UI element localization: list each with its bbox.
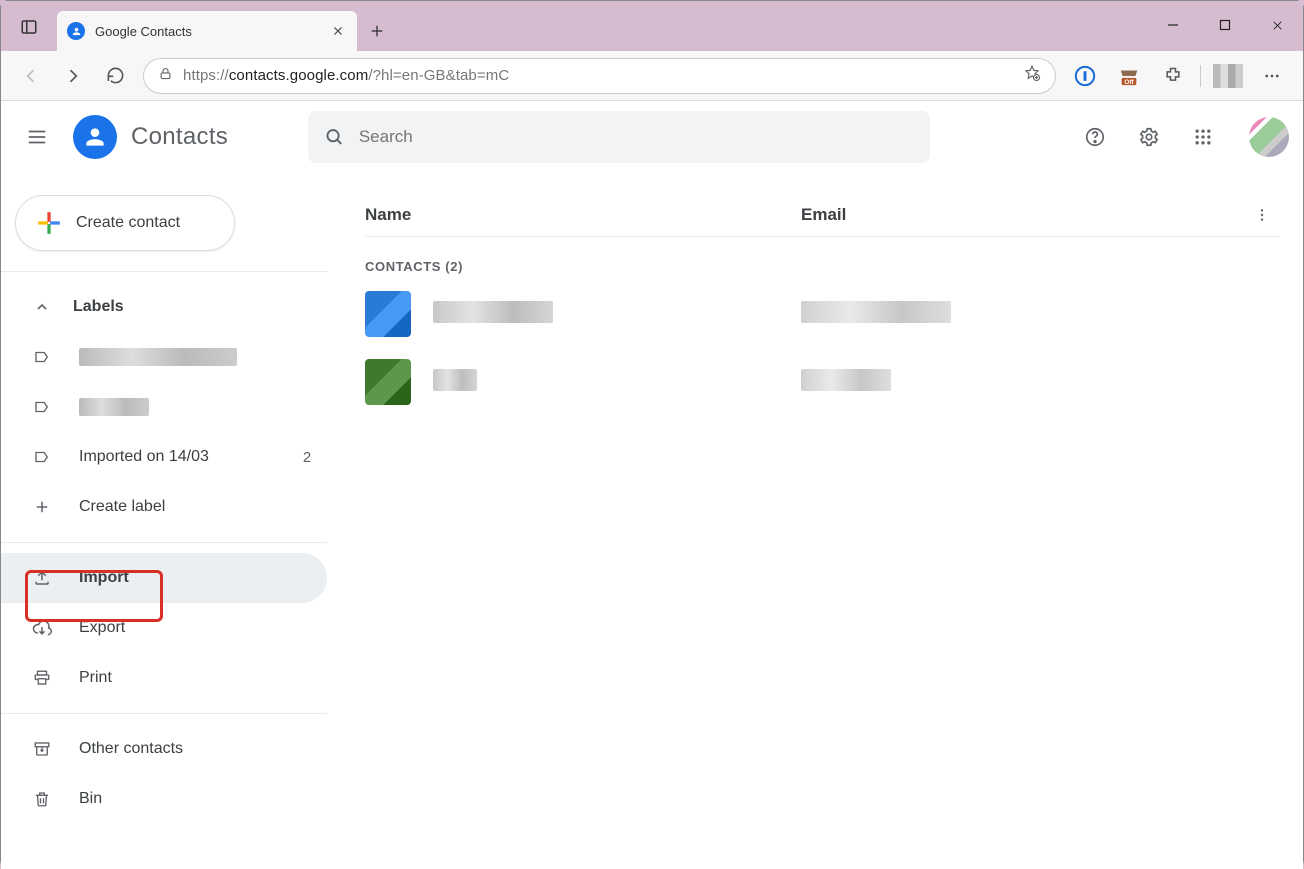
contact-name [433,369,801,396]
plus-icon [31,498,53,516]
column-name: Name [365,205,801,225]
url-bar[interactable]: https://contacts.google.com/?hl=en-GB&ta… [143,58,1056,94]
browser-menu-button[interactable] [1251,56,1293,96]
create-label-item[interactable]: Create label [1,482,327,532]
contact-name [433,301,801,328]
sidebar-label-item[interactable] [1,382,327,432]
trash-icon [31,790,53,808]
browser-tab-title: Google Contacts [95,24,319,39]
help-button[interactable] [1073,115,1117,159]
contact-email [801,301,1279,328]
label-text [79,348,261,366]
print-icon [31,669,53,687]
labels-header-label: Labels [73,298,327,316]
browser-profile-avatar[interactable] [1213,64,1243,88]
label-icon [31,448,53,466]
window-close-button[interactable] [1251,1,1303,49]
label-icon [31,398,53,416]
archive-icon [31,740,53,758]
google-apps-button[interactable] [1181,115,1225,159]
onepassword-extension-icon[interactable] [1064,56,1106,96]
labels-header[interactable]: Labels [1,282,327,332]
contact-row[interactable] [365,348,1279,416]
url-text: https://contacts.google.com/?hl=en-GB&ta… [183,67,1013,84]
other-contacts-label: Other contacts [79,740,327,758]
sidebar-print[interactable]: Print [1,653,327,703]
account-avatar[interactable] [1249,117,1289,157]
print-label: Print [79,669,327,687]
tab-close-button[interactable] [329,22,347,40]
create-label-text: Create label [79,498,327,516]
chevron-up-icon [31,299,53,315]
column-email: Email [801,205,1245,225]
browser-tab[interactable]: Google Contacts [57,11,357,51]
browser-refresh-button[interactable] [95,56,135,96]
create-contact-label: Create contact [76,214,180,232]
sidebar-bin[interactable]: Bin [1,774,327,824]
sidebar-import[interactable]: Import [1,553,327,603]
contact-row[interactable] [365,280,1279,348]
browser-tab-actions-button[interactable] [9,7,49,47]
column-headers: Name Email [365,193,1279,237]
contact-avatar [365,291,411,337]
label-icon [31,348,53,366]
browser-back-button [11,56,51,96]
contacts-section-title: CONTACTS (2) [365,259,1279,274]
bin-label: Bin [79,790,327,808]
contacts-logo-icon [73,115,117,159]
new-tab-button[interactable] [357,11,397,51]
cloud-download-icon [31,618,53,638]
favorite-icon[interactable] [1023,64,1041,87]
window-minimize-button[interactable] [1147,1,1199,49]
search-input[interactable] [359,127,914,147]
lock-icon [158,66,173,86]
label-text [79,398,261,416]
app-title: Contacts [131,123,228,151]
sidebar-other-contacts[interactable]: Other contacts [1,724,327,774]
browser-forward-button[interactable] [53,56,93,96]
create-contact-button[interactable]: Create contact [15,195,235,251]
svg-text:Off: Off [1124,78,1134,85]
search-icon [324,126,345,148]
settings-button[interactable] [1127,115,1171,159]
contacts-favicon-icon [67,22,85,40]
upload-icon [31,569,53,587]
contact-email [801,369,1279,396]
list-options-button[interactable] [1245,198,1279,232]
extension-icon[interactable]: Off [1108,56,1150,96]
extensions-menu-icon[interactable] [1152,56,1194,96]
label-count: 2 [287,449,327,466]
sidebar-label-item[interactable] [1,332,327,382]
sidebar-export[interactable]: Export [1,603,327,653]
export-label: Export [79,619,327,637]
window-maximize-button[interactable] [1199,1,1251,49]
label-text: Imported on 14/03 [79,448,261,466]
google-plus-icon [36,210,62,236]
main-menu-button[interactable] [15,115,59,159]
contact-avatar [365,359,411,405]
search-field[interactable] [308,111,930,163]
sidebar-label-item[interactable]: Imported on 14/03 2 [1,432,327,482]
import-label: Import [79,569,327,587]
